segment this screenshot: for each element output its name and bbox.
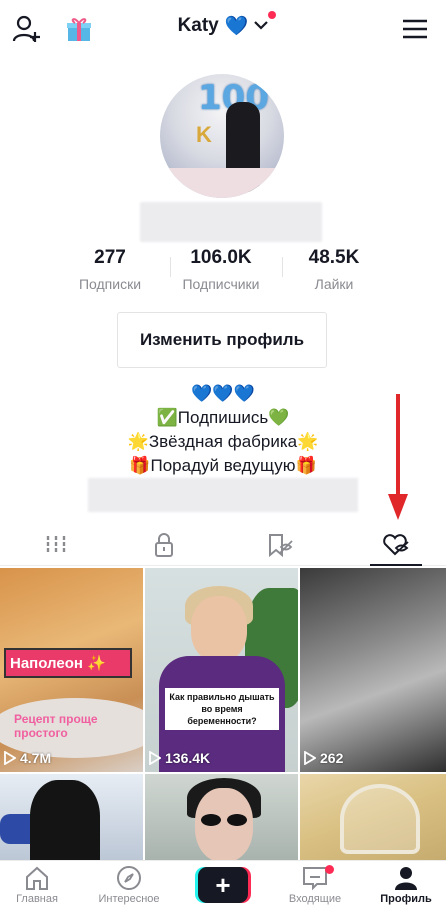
nav-discover[interactable]: Интересное (89, 865, 169, 905)
edit-profile-button[interactable]: Изменить профиль (117, 312, 327, 368)
plus-icon: + (198, 867, 248, 903)
bio-line: 🌟Звёздная фабрика🌟 (127, 432, 319, 451)
nav-label: Главная (16, 893, 58, 905)
tab-private[interactable] (108, 524, 220, 566)
stat-followers[interactable]: 106.0K Подписчики (161, 247, 281, 292)
video-thumbnail[interactable] (0, 774, 143, 860)
active-tab-indicator (370, 564, 422, 566)
profile-bio: 💙💙💙 ✅Подпишись💚 🌟Звёздная фабрика🌟 🎁Пора… (0, 382, 446, 478)
stat-likes[interactable]: 48.5K Лайки (274, 247, 394, 292)
bookmark-hidden-icon (269, 534, 293, 557)
nav-label: Входящие (288, 893, 342, 905)
profile-avatar[interactable]: 100 K (160, 74, 284, 198)
tab-favorites[interactable] (224, 524, 336, 566)
view-count-text: 262 (320, 750, 344, 766)
bio-line: 🎁Порадуй ведущую🎁 (129, 456, 317, 475)
play-icon (4, 751, 16, 765)
username-switcher[interactable]: Katy 💙 (0, 11, 446, 38)
compass-icon (117, 866, 141, 890)
stat-label: Подписчики (182, 276, 260, 292)
annotation-arrow (388, 394, 408, 520)
balloon-letter-image: K (196, 122, 212, 147)
bio-line: ✅Подпишись💚 (156, 408, 290, 427)
bio-line: 💙💙💙 (191, 384, 255, 403)
view-count: 262 (304, 750, 343, 766)
blurred-name (140, 202, 322, 242)
tab-videos[interactable] (0, 524, 112, 566)
view-count-text: 4.7M (20, 750, 52, 766)
sunglasses-image (201, 814, 247, 826)
heart-hidden-icon (383, 534, 409, 556)
bag-image (340, 784, 420, 854)
video-thumbnail[interactable] (145, 774, 298, 860)
profile-icon (395, 867, 417, 890)
nav-inbox[interactable]: Входящие (275, 865, 355, 905)
view-count: 4.7M (4, 750, 51, 766)
nav-label: Профиль (380, 893, 432, 905)
stat-value: 106.0K (190, 247, 252, 268)
profile-tabs (0, 524, 446, 566)
play-icon (149, 751, 161, 765)
video-thumbnail[interactable]: 262 (300, 568, 446, 772)
stat-label: Подписки (78, 276, 142, 292)
chevron-down-icon[interactable] (254, 11, 277, 35)
nav-home[interactable]: Главная (0, 865, 77, 905)
view-count: 136.4K (149, 750, 210, 766)
view-count-text: 136.4K (165, 750, 211, 766)
video-subtitle: Рецепт проще простого (14, 712, 98, 740)
grid-icon (46, 536, 66, 554)
lock-icon (155, 533, 173, 557)
video-thumbnail[interactable]: Наполеон ✨ Рецепт проще простого 4.7M (0, 568, 143, 772)
stat-value: 48.5K (308, 247, 360, 268)
create-video-button[interactable]: + (195, 867, 251, 903)
video-thumbnail[interactable]: Как правильно дышать во время беременнос… (145, 568, 298, 772)
blurred-link (88, 478, 358, 512)
video-grid: Наполеон ✨ Рецепт проще простого 4.7M Ка… (0, 568, 446, 860)
notification-dot (268, 11, 277, 19)
face-image (191, 596, 247, 662)
tab-liked[interactable] (340, 524, 446, 566)
video-thumbnail[interactable] (300, 774, 446, 860)
nav-label: Интересное (98, 893, 160, 905)
username: Katy (177, 15, 219, 36)
top-bar: Katy 💙 (0, 0, 446, 60)
blue-heart-emoji: 💙 (224, 16, 249, 37)
avatar-bed-image (160, 168, 284, 198)
play-icon (304, 751, 316, 765)
menu-icon[interactable] (398, 12, 432, 46)
stat-following[interactable]: 277 Подписки (50, 247, 170, 292)
video-title-tag: Наполеон ✨ (4, 648, 132, 678)
hair-image (30, 780, 100, 860)
notification-dot (325, 865, 334, 874)
home-icon (26, 866, 48, 890)
stat-value: 277 (94, 247, 126, 268)
profile-stats: 277 Подписки 106.0K Подписчики 48.5K Лай… (0, 247, 446, 297)
nav-profile[interactable]: Профиль (366, 865, 446, 905)
bottom-navigation: Главная Интересное + Входящие Профиль (0, 860, 446, 913)
stat-label: Лайки (314, 276, 354, 292)
video-caption: Как правильно дышать во время беременнос… (165, 688, 279, 730)
